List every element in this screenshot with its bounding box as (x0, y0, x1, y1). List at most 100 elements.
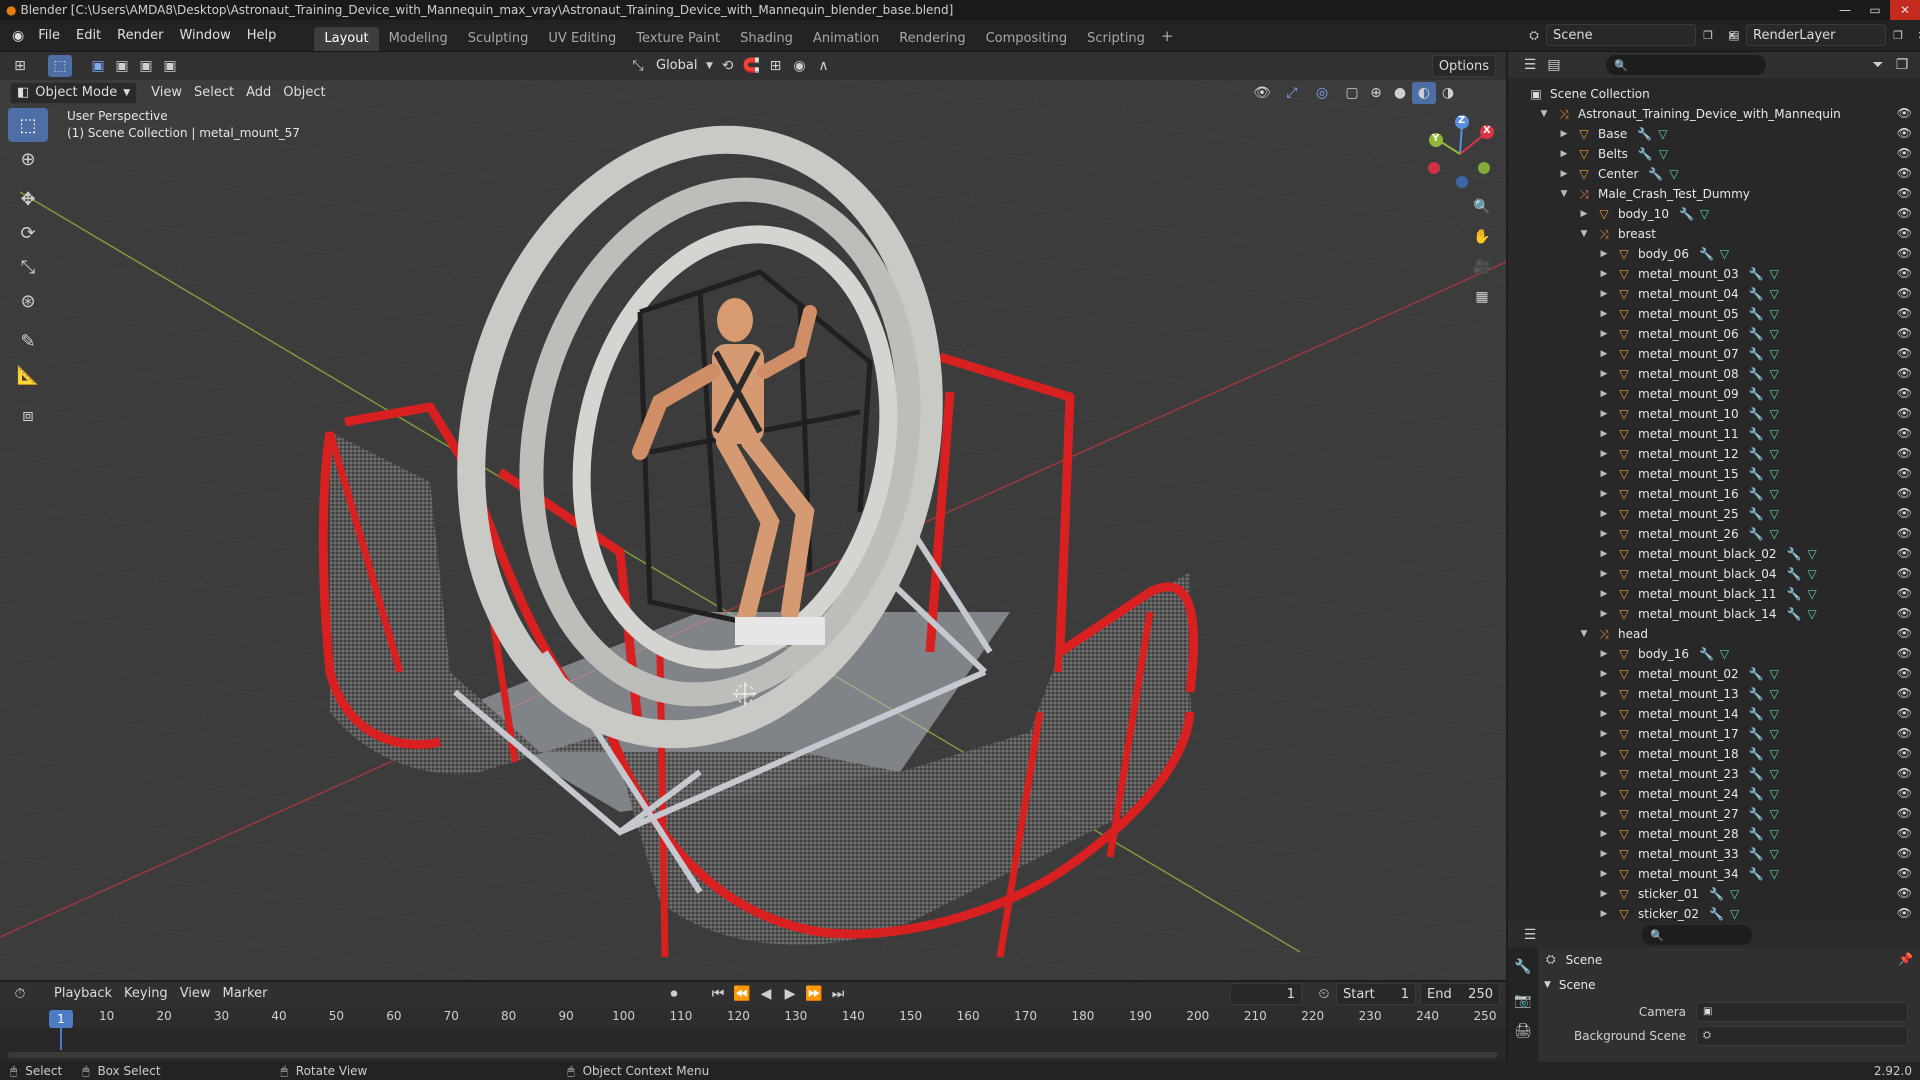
zoom-icon[interactable]: 🔍 (1470, 196, 1494, 218)
modifier-icon[interactable]: 🔧 (1787, 564, 1802, 584)
select-mode-new-icon[interactable]: ▣ (86, 55, 110, 77)
outliner-row[interactable]: ▶ ▽ metal_mount_02 🔧 ▽ 👁 (1508, 664, 1920, 684)
mesh-data-icon[interactable]: ▽ (1770, 304, 1779, 324)
annotate-tool[interactable]: ✎ (8, 324, 48, 358)
expand-right-icon[interactable]: ▶ (1598, 324, 1610, 344)
outliner-row[interactable]: ▶ ▽ metal_mount_28 🔧 ▽ 👁 (1508, 824, 1920, 844)
pin-icon[interactable]: 📌 (1898, 952, 1913, 966)
mesh-data-icon[interactable]: ▽ (1770, 344, 1779, 364)
playhead-frame-indicator[interactable]: 1 (49, 1010, 73, 1028)
expand-right-icon[interactable]: ▶ (1598, 844, 1610, 864)
mesh-data-icon[interactable]: ▽ (1808, 604, 1817, 624)
camera-field[interactable]: ▣ (1696, 1002, 1908, 1022)
visibility-eye-icon[interactable]: 👁 (1897, 366, 1912, 380)
visibility-eye-icon[interactable]: 👁 (1897, 626, 1912, 640)
blender-menu-icon[interactable]: ◉ (12, 28, 24, 44)
outliner-row[interactable]: ▶ ▽ metal_mount_black_11 🔧 ▽ 👁 (1508, 584, 1920, 604)
rendered-shading-icon[interactable]: ◑ (1436, 82, 1460, 104)
select-mode-invert-icon[interactable]: ▣ (158, 55, 182, 77)
preview-range-icon[interactable]: ⏲ (1312, 983, 1336, 1005)
mesh-data-icon[interactable]: ▽ (1770, 844, 1779, 864)
visibility-eye-icon[interactable]: 👁 (1897, 446, 1912, 460)
object-mode-dropdown[interactable]: ◧ Object Mode ▼ (10, 82, 138, 104)
mesh-data-icon[interactable]: ▽ (1808, 584, 1817, 604)
expand-right-icon[interactable]: ▶ (1598, 284, 1610, 304)
expand-right-icon[interactable]: ▶ (1598, 884, 1610, 904)
outliner-row[interactable]: ▶ ▽ metal_mount_25 🔧 ▽ 👁 (1508, 504, 1920, 524)
mesh-data-icon[interactable]: ▽ (1770, 744, 1779, 764)
playback-menu[interactable]: Playback (48, 983, 118, 1005)
modifier-icon[interactable]: 🔧 (1749, 324, 1764, 344)
mesh-data-icon[interactable]: ▽ (1730, 884, 1739, 904)
visibility-eye-icon[interactable]: 👁 (1897, 466, 1912, 480)
cursor-tool[interactable]: ⊕ (8, 142, 48, 176)
expand-right-icon[interactable]: ▶ (1598, 864, 1610, 884)
expand-down-icon[interactable]: ▼ (1558, 184, 1570, 204)
outliner-search-input[interactable]: 🔍 (1606, 55, 1766, 75)
outliner-row[interactable]: ▶ ▽ metal_mount_23 🔧 ▽ 👁 (1508, 764, 1920, 784)
outliner-row[interactable]: ▶ ▽ metal_mount_08 🔧 ▽ 👁 (1508, 364, 1920, 384)
proportional-editing-icon[interactable]: ◉ (787, 55, 811, 77)
visibility-eye-icon[interactable]: 👁 (1897, 706, 1912, 720)
expand-right-icon[interactable]: ▶ (1558, 124, 1570, 144)
expand-right-icon[interactable]: ▶ (1558, 144, 1570, 164)
outliner-row[interactable]: ▶ ▽ metal_mount_04 🔧 ▽ 👁 (1508, 284, 1920, 304)
mesh-data-icon[interactable]: ▽ (1770, 684, 1779, 704)
visibility-eye-icon[interactable]: 👁 (1897, 686, 1912, 700)
timeline-view-menu[interactable]: View (174, 983, 217, 1005)
menu-file[interactable]: File (30, 24, 68, 48)
modifier-icon[interactable]: 🔧 (1749, 484, 1764, 504)
visibility-eye-icon[interactable]: 👁 (1897, 586, 1912, 600)
timeline-scrollbar[interactable] (8, 1052, 1498, 1058)
outliner-row[interactable]: ▼ ⤨ breast 👁 (1508, 224, 1920, 244)
editor-type-icon[interactable]: ⊞ (8, 55, 32, 77)
visibility-eye-icon[interactable]: 👁 (1897, 326, 1912, 340)
expand-right-icon[interactable]: ▶ (1598, 824, 1610, 844)
add-cube-tool[interactable]: ⧈ (8, 398, 48, 432)
visibility-eye-icon[interactable]: 👁 (1897, 526, 1912, 540)
menu-edit[interactable]: Edit (68, 24, 109, 48)
mesh-data-icon[interactable]: ▽ (1659, 144, 1668, 164)
outliner-row[interactable]: ▶ ▽ metal_mount_18 🔧 ▽ 👁 (1508, 744, 1920, 764)
mesh-data-icon[interactable]: ▽ (1770, 424, 1779, 444)
expand-right-icon[interactable]: ▶ (1598, 664, 1610, 684)
expand-right-icon[interactable]: ▶ (1598, 724, 1610, 744)
rotate-tool[interactable]: ⟳ (8, 216, 48, 250)
mesh-data-icon[interactable]: ▽ (1770, 764, 1779, 784)
visibility-eye-icon[interactable]: 👁 (1897, 106, 1912, 120)
outliner-row[interactable]: ▶ ▽ Belts 🔧 ▽ 👁 (1508, 144, 1920, 164)
outliner-row[interactable]: ▶ ▽ metal_mount_09 🔧 ▽ 👁 (1508, 384, 1920, 404)
visibility-eye-icon[interactable]: 👁 (1897, 566, 1912, 580)
modifier-icon[interactable]: 🔧 (1749, 284, 1764, 304)
visibility-eye-icon[interactable]: 👁 (1897, 806, 1912, 820)
modifier-icon[interactable]: 🔧 (1648, 164, 1663, 184)
mesh-data-icon[interactable]: ▽ (1770, 524, 1779, 544)
modifier-icon[interactable]: 🔧 (1787, 544, 1802, 564)
outliner-row[interactable]: ▼ ⤨ Male_Crash_Test_Dummy 👁 (1508, 184, 1920, 204)
expand-right-icon[interactable]: ▶ (1598, 584, 1610, 604)
expand-right-icon[interactable]: ▶ (1598, 604, 1610, 624)
gizmo-toggle-icon[interactable]: ⤢ (1280, 82, 1304, 104)
expand-right-icon[interactable]: ▶ (1598, 644, 1610, 664)
outliner-row[interactable]: ▶ ▽ metal_mount_12 🔧 ▽ 👁 (1508, 444, 1920, 464)
mesh-data-icon[interactable]: ▽ (1770, 324, 1779, 344)
keying-menu[interactable]: Keying (118, 983, 174, 1005)
visibility-eye-icon[interactable]: 👁 (1897, 286, 1912, 300)
outliner-row[interactable]: ▶ ▽ metal_mount_black_02 🔧 ▽ 👁 (1508, 544, 1920, 564)
expand-right-icon[interactable]: ▶ (1598, 804, 1610, 824)
expand-right-icon[interactable]: ▶ (1598, 304, 1610, 324)
outliner-row[interactable]: ▶ ▽ metal_mount_14 🔧 ▽ 👁 (1508, 704, 1920, 724)
pivot-point-icon[interactable]: ⟲ (715, 55, 739, 77)
outliner-row[interactable]: ▶ ▽ body_10 🔧 ▽ 👁 (1508, 204, 1920, 224)
modifier-icon[interactable]: 🔧 (1749, 844, 1764, 864)
expand-right-icon[interactable]: ▶ (1598, 344, 1610, 364)
expand-right-icon[interactable]: ▶ (1598, 464, 1610, 484)
modifier-icon[interactable]: 🔧 (1749, 764, 1764, 784)
outliner-row[interactable]: ▶ ▽ metal_mount_34 🔧 ▽ 👁 (1508, 864, 1920, 884)
tab-rendering[interactable]: Rendering (889, 27, 975, 51)
outliner-row[interactable]: ▶ ▽ metal_mount_17 🔧 ▽ 👁 (1508, 724, 1920, 744)
visibility-eye-icon[interactable]: 👁 (1897, 506, 1912, 520)
visibility-eye-icon[interactable]: 👁 (1897, 426, 1912, 440)
outliner-row[interactable]: ▶ ▽ metal_mount_15 🔧 ▽ 👁 (1508, 464, 1920, 484)
modifier-icon[interactable]: 🔧 (1749, 344, 1764, 364)
